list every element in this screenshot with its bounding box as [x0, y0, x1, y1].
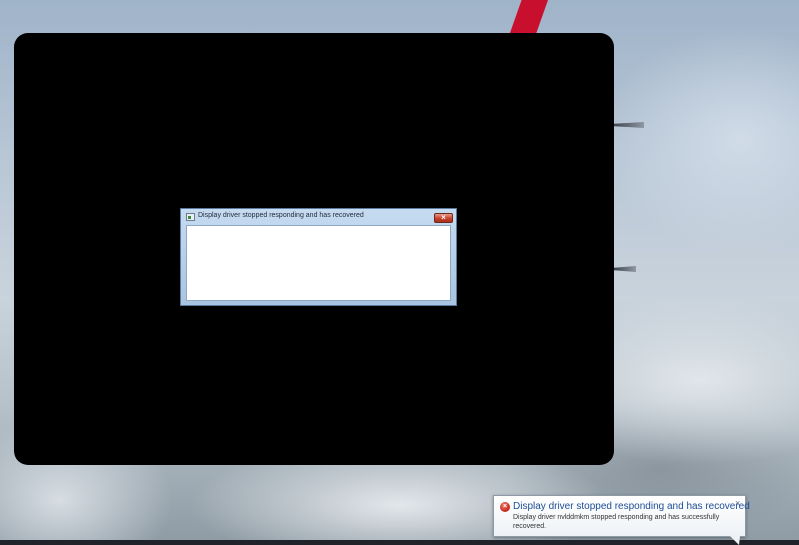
driver-recovered-dialog: Display driver stopped responding and ha…: [180, 208, 457, 306]
notification-message: Display driver nvlddmkm stopped respondi…: [513, 514, 720, 530]
dialog-content: [186, 225, 451, 301]
dialog-title: Display driver stopped responding and ha…: [198, 212, 364, 219]
error-icon: ×: [500, 502, 510, 512]
notification-close-button[interactable]: ×: [735, 498, 740, 508]
application-icon: [186, 213, 195, 221]
driver-notification-balloon[interactable]: × Display driver stopped responding and …: [493, 495, 750, 537]
notification-title: Display driver stopped responding and ha…: [513, 501, 750, 512]
dialog-titlebar[interactable]: Display driver stopped responding and ha…: [181, 209, 456, 225]
dialog-close-button[interactable]: ×: [434, 213, 453, 223]
taskbar: [0, 540, 799, 545]
